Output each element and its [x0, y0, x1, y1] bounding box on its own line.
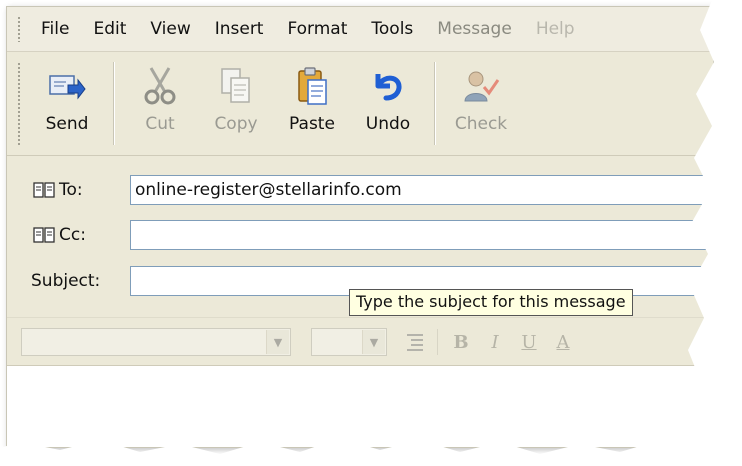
to-field[interactable]: [130, 175, 713, 205]
menu-message[interactable]: Message: [425, 15, 524, 43]
font-color-button[interactable]: A: [546, 332, 580, 353]
copy-button[interactable]: Copy: [198, 52, 274, 155]
cc-field[interactable]: [130, 220, 713, 250]
undo-icon: [368, 66, 408, 106]
check-button[interactable]: Check: [443, 52, 519, 155]
address-book-icon: [33, 182, 55, 198]
copy-label: Copy: [214, 114, 258, 134]
font-name-select[interactable]: ▼: [21, 328, 291, 356]
format-separator: [437, 329, 438, 355]
message-body[interactable]: [7, 365, 713, 447]
menu-edit[interactable]: Edit: [81, 15, 138, 43]
menu-insert[interactable]: Insert: [203, 15, 276, 43]
italic-button[interactable]: I: [478, 332, 512, 353]
list-icon[interactable]: [401, 332, 431, 352]
cut-button[interactable]: Cut: [122, 52, 198, 155]
check-names-icon: [461, 66, 501, 106]
send-button[interactable]: Send: [29, 52, 105, 155]
cc-label-group[interactable]: Cc:: [33, 225, 86, 245]
menu-view[interactable]: View: [138, 15, 202, 43]
to-label: To:: [59, 180, 83, 200]
menu-grip[interactable]: [17, 16, 21, 42]
compose-window: File Edit View Insert Format Tools Messa…: [6, 6, 714, 448]
toolbar-separator: [113, 62, 114, 145]
scissors-icon: [140, 66, 180, 106]
menu-file[interactable]: File: [29, 15, 81, 43]
menu-format[interactable]: Format: [275, 15, 359, 43]
underline-button[interactable]: U: [512, 332, 546, 353]
undo-label: Undo: [365, 114, 411, 134]
chevron-down-icon: ▼: [362, 330, 385, 354]
toolbar-separator: [434, 62, 435, 145]
cut-label: Cut: [145, 114, 175, 134]
toolbar-grip[interactable]: [17, 62, 21, 146]
send-icon: [47, 66, 87, 106]
check-label: Check: [454, 114, 508, 134]
send-label: Send: [45, 114, 89, 134]
subject-tooltip: Type the subject for this message: [349, 289, 633, 316]
cc-label: Cc:: [59, 225, 86, 245]
main-toolbar: Send Cut Copy Paste Undo Check: [7, 52, 713, 156]
formatting-toolbar: ▼ ▼ B I U A: [7, 317, 713, 366]
clipboard-icon: [292, 66, 332, 106]
to-label-group[interactable]: To:: [33, 180, 83, 200]
copy-icon: [216, 66, 256, 106]
undo-button[interactable]: Undo: [350, 52, 426, 155]
bold-button[interactable]: B: [444, 332, 478, 353]
font-size-select[interactable]: ▼: [311, 328, 387, 356]
paste-label: Paste: [289, 114, 335, 134]
paste-button[interactable]: Paste: [274, 52, 350, 155]
to-row: To:: [7, 173, 713, 207]
menu-help[interactable]: Help: [524, 15, 587, 43]
chevron-down-icon: ▼: [266, 330, 289, 354]
cc-row: Cc:: [7, 218, 713, 252]
menu-bar: File Edit View Insert Format Tools Messa…: [7, 7, 713, 52]
menu-tools[interactable]: Tools: [359, 15, 425, 43]
address-book-icon: [33, 227, 55, 243]
subject-label: Subject:: [31, 271, 101, 291]
